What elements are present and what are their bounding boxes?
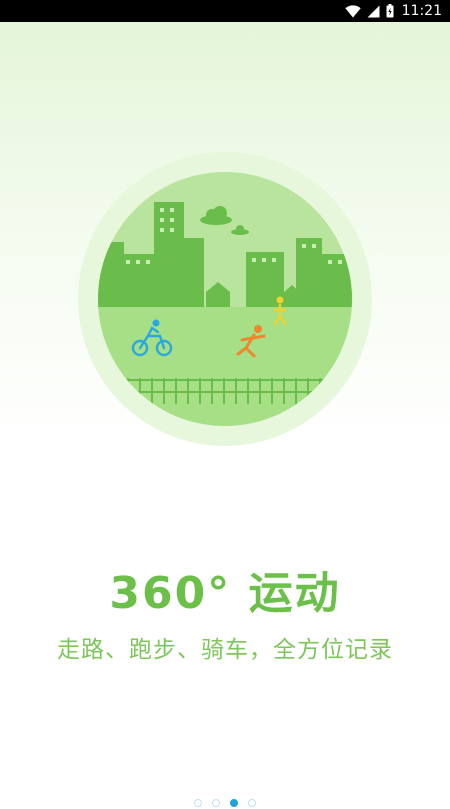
sports-illustration [78,152,372,446]
page-dot-2[interactable] [212,799,220,807]
onboarding-subtitle: 走路、跑步、骑车，全方位记录 [57,637,393,663]
page-dot-4[interactable] [248,799,256,807]
wifi-icon [344,4,361,17]
page-dot-3-active[interactable] [230,799,238,807]
status-icons: 11:21 [344,0,442,22]
page-indicator [0,797,450,809]
battery-icon [386,4,394,18]
page-dot-1[interactable] [194,799,202,807]
onboarding-headline: 360° 运动 [109,568,341,619]
status-bar: 11:21 [0,0,450,22]
onboarding-screen: 360° 运动 走路、跑步、骑车，全方位记录 [0,22,450,807]
status-time: 11:21 [401,3,442,19]
cellular-signal-icon [367,5,380,17]
